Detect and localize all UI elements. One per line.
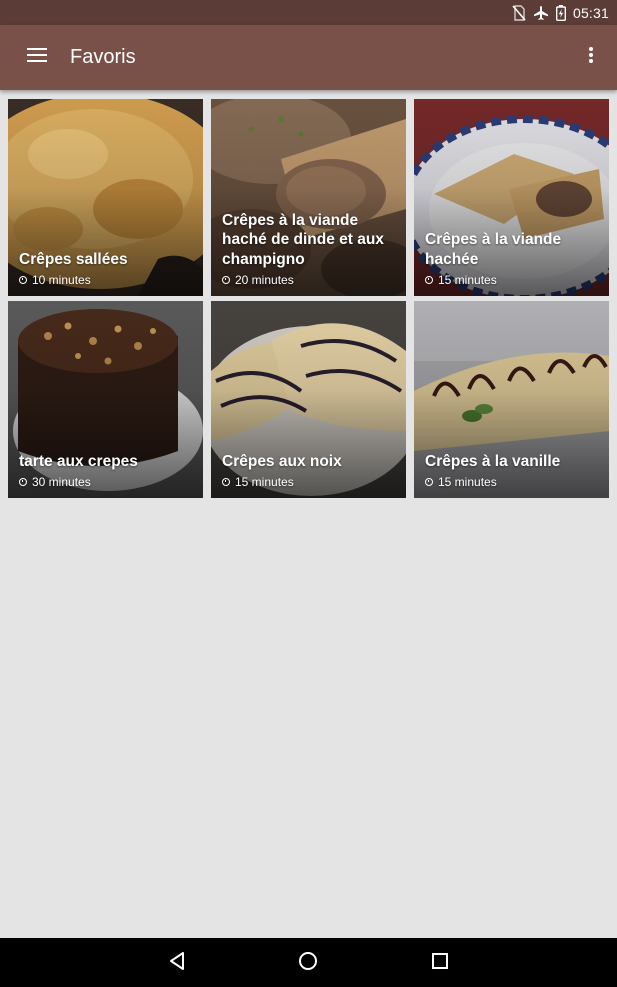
recipe-info: Crêpes sallées 10 minutes — [19, 250, 195, 287]
app-bar: Favoris — [0, 25, 617, 90]
navigation-bar — [0, 938, 617, 987]
recents-button[interactable] — [425, 948, 455, 978]
airplane-icon — [533, 5, 549, 21]
no-sim-icon — [512, 4, 526, 21]
page-title: Favoris — [70, 46, 136, 68]
recipe-title: tarte aux crepes — [19, 452, 138, 470]
status-time: 05:31 — [572, 4, 609, 21]
recipe-info: Crêpes aux noix 15 minutes — [222, 452, 398, 489]
recipe-info: Crêpes à la vanille 15 minutes — [425, 452, 601, 489]
status-bar: 05:31 — [0, 0, 617, 25]
recipe-card[interactable]: Crêpes à la viande haché de dinde et aux… — [211, 99, 406, 296]
clock-icon — [222, 276, 230, 284]
back-button[interactable] — [162, 948, 192, 978]
recipe-time: 20 minutes — [222, 273, 398, 287]
recipe-info: Crêpes à la viande haché de dinde et aux… — [222, 211, 398, 287]
recipe-time: 30 minutes — [19, 475, 195, 489]
recipe-time: 10 minutes — [19, 273, 195, 287]
recipe-time-label: 15 minutes — [235, 475, 294, 489]
clock-icon — [222, 478, 230, 486]
recipe-time-label: 10 minutes — [32, 273, 91, 287]
recipe-time-label: 15 minutes — [438, 475, 497, 489]
recipe-card[interactable]: Crêpes aux noix 15 minutes — [211, 301, 406, 498]
recipe-time-label: 20 minutes — [235, 273, 294, 287]
more-vert-icon — [588, 46, 594, 69]
recipe-time: 15 minutes — [425, 475, 601, 489]
recipe-card[interactable]: tarte aux crepes 30 minutes — [8, 301, 203, 498]
recipe-card[interactable]: Crêpes sallées 10 minutes — [8, 99, 203, 296]
recipe-title: Crêpes à la vanille — [425, 452, 561, 470]
recipe-info: tarte aux crepes 30 minutes — [19, 452, 195, 489]
battery-charging-icon — [555, 4, 566, 21]
back-icon — [168, 951, 186, 976]
recipe-card[interactable]: Crêpes à la viande hachée 15 minutes — [414, 99, 609, 296]
clock-icon — [19, 276, 27, 284]
recipe-time: 15 minutes — [425, 273, 601, 287]
recipe-time-label: 30 minutes — [32, 475, 91, 489]
clock-icon — [425, 478, 433, 486]
recipe-title: Crêpes sallées — [19, 250, 128, 268]
menu-button[interactable] — [0, 25, 74, 90]
home-button[interactable] — [293, 948, 323, 978]
recipe-time: 15 minutes — [222, 475, 398, 489]
menu-icon — [27, 47, 47, 68]
recipe-time-label: 15 minutes — [438, 273, 497, 287]
recipe-title: Crêpes aux noix — [222, 452, 342, 470]
recipe-info: Crêpes à la viande hachée 15 minutes — [425, 230, 601, 287]
favorites-grid: Crêpes sallées 10 minutes Crêpes à la vi… — [8, 99, 609, 498]
clock-icon — [425, 276, 433, 284]
recipe-card[interactable]: Crêpes à la vanille 15 minutes — [414, 301, 609, 498]
overflow-menu-button[interactable] — [579, 45, 603, 69]
recents-icon — [431, 952, 449, 975]
home-icon — [298, 951, 318, 976]
recipe-title: Crêpes à la viande hachée — [425, 231, 562, 268]
clock-icon — [19, 478, 27, 486]
recipe-title: Crêpes à la viande haché de dinde et aux… — [222, 211, 384, 268]
